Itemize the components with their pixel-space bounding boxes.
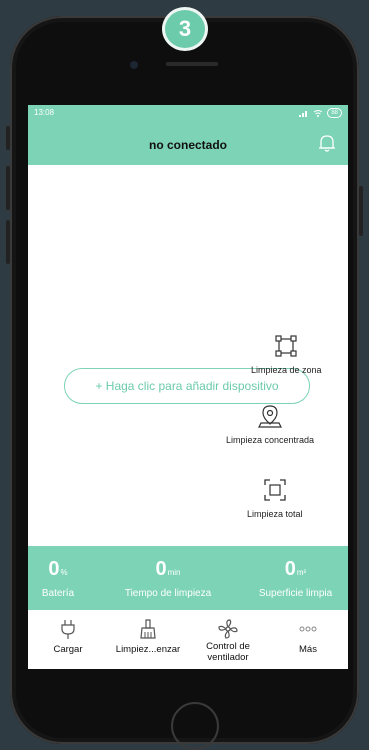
signal-icon: [299, 111, 308, 117]
nav-more[interactable]: Más: [268, 610, 348, 669]
more-icon: [299, 626, 317, 632]
battery-stat-value: 0%: [28, 558, 88, 581]
nav-fan-control-label: Control de ventilador: [206, 641, 250, 663]
status-bar: 13:08 88: [28, 105, 348, 121]
volume-down-button: [6, 220, 10, 264]
stats-panel: 0% Batería 0min Tiempo de limpieza 0m² S…: [28, 546, 348, 610]
zone-cleaning-label: Limpieza de zona: [251, 365, 322, 375]
broom-icon: [140, 619, 156, 639]
app-screen: 13:08 88 no conectado + Haga clic para a…: [28, 105, 348, 669]
location-pin-icon: [258, 405, 283, 428]
volume-up-button: [6, 166, 10, 210]
cleaning-time-value: 0: [155, 558, 167, 580]
mute-switch: [6, 126, 10, 150]
spot-cleaning-label: Limpieza concentrada: [226, 435, 315, 445]
full-cleaning-label: Limpieza total: [247, 509, 303, 519]
home-button[interactable]: [171, 702, 219, 750]
zone-frame-icon: [275, 335, 297, 357]
earpiece-speaker: [166, 62, 218, 66]
nav-more-label: Más: [299, 644, 317, 655]
cleaning-time-label: Tiempo de limpieza: [124, 588, 212, 599]
cleaning-time-stat-value: 0min: [108, 558, 228, 581]
zone-cleaning-mode[interactable]: Limpieza de zona: [251, 333, 322, 375]
cleaned-area-label: Superficie limpia: [258, 588, 333, 599]
nav-charge[interactable]: Cargar: [28, 610, 108, 669]
cleaned-area-stat-value: 0m²: [243, 558, 348, 581]
cleaned-area-value: 0: [284, 558, 296, 580]
bell-icon[interactable]: [316, 132, 338, 154]
bottom-nav: Cargar Limpiez...enzar Control de ventil…: [28, 610, 348, 669]
plug-icon: [61, 620, 75, 639]
nav-fan-control[interactable]: Control de ventilador: [188, 610, 268, 669]
nav-charge-label: Cargar: [53, 644, 83, 655]
wifi-icon: [314, 110, 323, 117]
cleaned-area-unit: m²: [296, 568, 307, 577]
cleaning-time-unit: min: [167, 568, 181, 577]
status-icons: 88: [299, 108, 342, 118]
full-cleaning-mode[interactable]: Limpieza total: [247, 477, 303, 519]
spot-cleaning-mode[interactable]: Limpieza concentrada: [226, 403, 314, 445]
cleaned-area-stat: 0m² Superficie limpia: [243, 546, 348, 610]
cleaning-time-stat: 0min Tiempo de limpieza: [108, 546, 228, 610]
step-badge: 3: [162, 7, 208, 51]
fan-icon: [218, 619, 238, 639]
battery-indicator: 88: [327, 108, 342, 118]
header-bar: 13:08 88 no conectado: [28, 105, 348, 165]
page-title: no conectado: [148, 138, 227, 152]
nav-start-cleaning-label: Limpiez...enzar: [115, 644, 181, 655]
nav-start-cleaning[interactable]: Limpiez...enzar: [108, 610, 188, 669]
battery-label: Batería: [41, 588, 75, 599]
power-button: [359, 186, 363, 236]
battery-unit: %: [60, 568, 68, 577]
full-frame-icon: [264, 479, 286, 501]
status-time: 13:08: [34, 108, 55, 117]
front-camera: [130, 61, 138, 69]
battery-stat: 0% Batería: [28, 546, 88, 610]
battery-value: 0: [48, 558, 60, 580]
